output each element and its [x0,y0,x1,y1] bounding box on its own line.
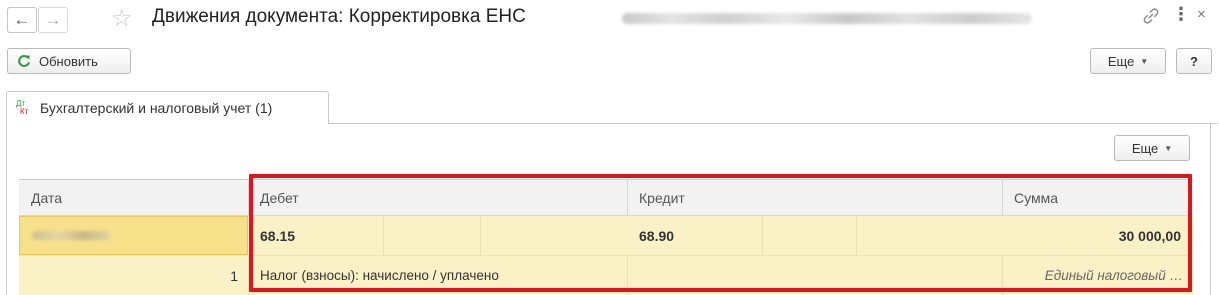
more-label: Еще [1107,53,1135,69]
table-more-label: Еще [1131,140,1159,156]
tab-accounting[interactable]: Дт Кт Бухгалтерский и налоговый учет (1) [6,91,329,124]
refresh-button[interactable]: Обновить [7,48,131,74]
close-icon[interactable]: × [1197,6,1206,23]
forward-button[interactable]: → [38,7,68,33]
panel-border-left [6,123,7,295]
chevron-down-icon: ▼ [1140,56,1149,66]
table-more-button[interactable]: Еще ▼ [1114,135,1190,161]
refresh-icon [18,54,30,67]
arrow-right-icon: → [44,10,62,29]
arrow-left-icon: ← [13,10,31,29]
help-label: ? [1190,53,1198,69]
window-title: Движения документа: Корректировка ЕНС [152,6,526,27]
column-header-date[interactable]: Дата [19,179,248,216]
tab-label: Бухгалтерский и налоговый учет (1) [40,100,273,116]
panel-border-right [1210,123,1211,295]
row-number-cell: 1 [230,267,238,284]
help-button[interactable]: ? [1176,48,1212,74]
highlight-frame [249,174,1192,292]
chevron-down-icon: ▼ [1164,143,1173,153]
document-number-redacted [622,13,1032,24]
date-cell[interactable] [19,216,248,255]
back-button[interactable]: ← [7,7,37,33]
star-icon[interactable]: ☆ [111,4,133,33]
date-redacted [32,231,110,240]
refresh-label: Обновить [39,53,98,69]
debit-credit-icon: Дт Кт [16,99,29,116]
link-icon[interactable] [1140,5,1162,30]
more-button[interactable]: Еще ▼ [1090,48,1166,74]
more-icon[interactable]: ⋮ [1172,4,1190,25]
